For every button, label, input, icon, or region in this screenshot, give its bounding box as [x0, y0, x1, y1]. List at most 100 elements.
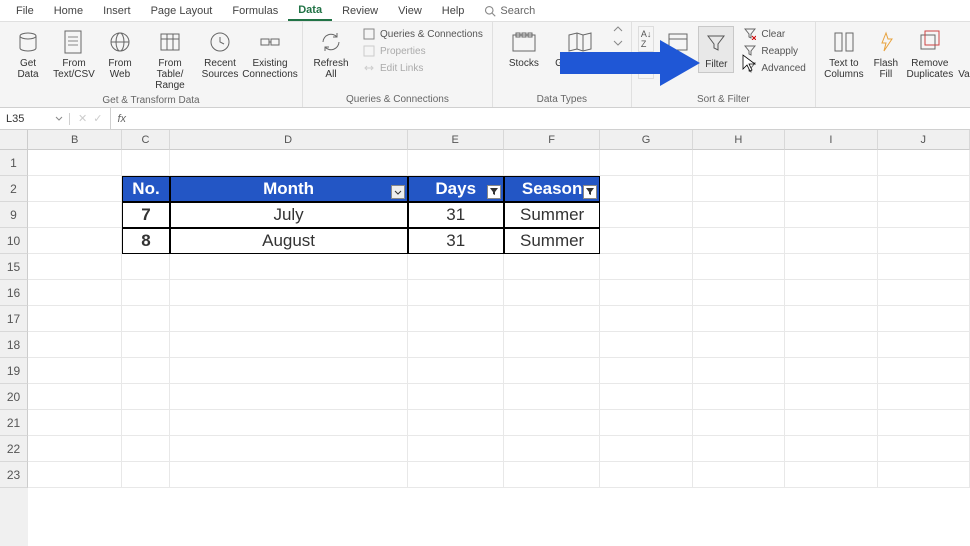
tab-data[interactable]: Data: [288, 1, 332, 21]
cell[interactable]: [28, 410, 122, 436]
cell[interactable]: [408, 254, 504, 280]
cell[interactable]: [122, 410, 169, 436]
col-header-h[interactable]: H: [693, 130, 785, 150]
cell[interactable]: [785, 150, 877, 176]
geography-button[interactable]: Geography: [551, 26, 609, 71]
cell[interactable]: [28, 436, 122, 462]
tab-page-layout[interactable]: Page Layout: [141, 2, 223, 20]
row-header-1[interactable]: 1: [0, 150, 28, 176]
cell[interactable]: [785, 462, 877, 488]
cell[interactable]: [504, 384, 600, 410]
cell[interactable]: [170, 358, 408, 384]
table-cell[interactable]: 8: [122, 228, 169, 254]
sort-az-button[interactable]: A↓Z: [638, 26, 655, 52]
table-header-month[interactable]: Month: [170, 176, 408, 202]
row-header-9[interactable]: 9: [0, 202, 28, 228]
row-header-17[interactable]: 17: [0, 306, 28, 332]
from-table-range-button[interactable]: From Table/ Range: [144, 26, 196, 93]
get-data-button[interactable]: Get Data: [6, 26, 50, 82]
cell[interactable]: [693, 228, 785, 254]
cell[interactable]: [878, 150, 970, 176]
cell[interactable]: [693, 462, 785, 488]
cell[interactable]: [28, 176, 122, 202]
cell[interactable]: [600, 332, 692, 358]
cells-area[interactable]: No.MonthDaysSeason7July31Summer8August31…: [28, 150, 970, 546]
cell[interactable]: [878, 202, 970, 228]
cell[interactable]: [693, 410, 785, 436]
cell[interactable]: [504, 254, 600, 280]
cell[interactable]: [122, 150, 169, 176]
tab-formulas[interactable]: Formulas: [222, 2, 288, 20]
cell[interactable]: [878, 254, 970, 280]
cell[interactable]: [504, 358, 600, 384]
cell[interactable]: [878, 332, 970, 358]
cell[interactable]: [693, 280, 785, 306]
cell[interactable]: [122, 436, 169, 462]
cell[interactable]: [785, 306, 877, 332]
row-header-23[interactable]: 23: [0, 462, 28, 488]
cell[interactable]: [122, 384, 169, 410]
cell[interactable]: [600, 150, 692, 176]
cell[interactable]: [600, 228, 692, 254]
cell[interactable]: [600, 358, 692, 384]
tab-home[interactable]: Home: [44, 2, 93, 20]
remove-duplicates-button[interactable]: Remove Duplicates: [906, 26, 954, 82]
cell[interactable]: [785, 410, 877, 436]
cell[interactable]: [600, 306, 692, 332]
cell[interactable]: [878, 358, 970, 384]
cell[interactable]: [170, 280, 408, 306]
cell[interactable]: [693, 306, 785, 332]
cell[interactable]: [170, 254, 408, 280]
cell[interactable]: [693, 254, 785, 280]
from-web-button[interactable]: From Web: [98, 26, 142, 82]
row-header-16[interactable]: 16: [0, 280, 28, 306]
advanced-filter-button[interactable]: Advanced: [740, 60, 808, 76]
col-header-g[interactable]: G: [600, 130, 692, 150]
fx-label[interactable]: fx: [111, 113, 132, 125]
cell[interactable]: [785, 358, 877, 384]
cell[interactable]: [785, 332, 877, 358]
cell[interactable]: [122, 254, 169, 280]
chevron-up-icon[interactable]: [613, 26, 623, 32]
col-header-f[interactable]: F: [504, 130, 600, 150]
cell[interactable]: [122, 280, 169, 306]
cell[interactable]: [785, 280, 877, 306]
cell[interactable]: [28, 228, 122, 254]
cell[interactable]: [504, 306, 600, 332]
cell[interactable]: [504, 436, 600, 462]
cell[interactable]: [28, 280, 122, 306]
text-to-columns-button[interactable]: Text to Columns: [822, 26, 866, 82]
cell[interactable]: [785, 254, 877, 280]
cell[interactable]: [600, 202, 692, 228]
filter-dropdown-icon[interactable]: [391, 185, 405, 199]
cell[interactable]: [600, 410, 692, 436]
cell[interactable]: [28, 462, 122, 488]
cell[interactable]: [693, 384, 785, 410]
cell[interactable]: [878, 410, 970, 436]
row-header-21[interactable]: 21: [0, 410, 28, 436]
cell[interactable]: [600, 254, 692, 280]
tab-help[interactable]: Help: [432, 2, 475, 20]
cell[interactable]: [600, 384, 692, 410]
tab-review[interactable]: Review: [332, 2, 388, 20]
cell[interactable]: [408, 358, 504, 384]
table-header-no[interactable]: No.: [122, 176, 169, 202]
cell[interactable]: [122, 358, 169, 384]
name-box[interactable]: L35: [0, 113, 70, 125]
table-cell[interactable]: 31: [408, 228, 504, 254]
table-cell[interactable]: 7: [122, 202, 169, 228]
cell[interactable]: [693, 202, 785, 228]
cell[interactable]: [408, 436, 504, 462]
row-header-10[interactable]: 10: [0, 228, 28, 254]
cell[interactable]: [693, 358, 785, 384]
cell[interactable]: [170, 410, 408, 436]
cell[interactable]: [408, 410, 504, 436]
cell[interactable]: [693, 150, 785, 176]
col-header-j[interactable]: J: [878, 130, 970, 150]
cell[interactable]: [785, 202, 877, 228]
cell[interactable]: [878, 280, 970, 306]
from-text-csv-button[interactable]: From Text/CSV: [52, 26, 96, 82]
col-header-c[interactable]: C: [122, 130, 169, 150]
cell[interactable]: [170, 306, 408, 332]
cell[interactable]: [28, 254, 122, 280]
